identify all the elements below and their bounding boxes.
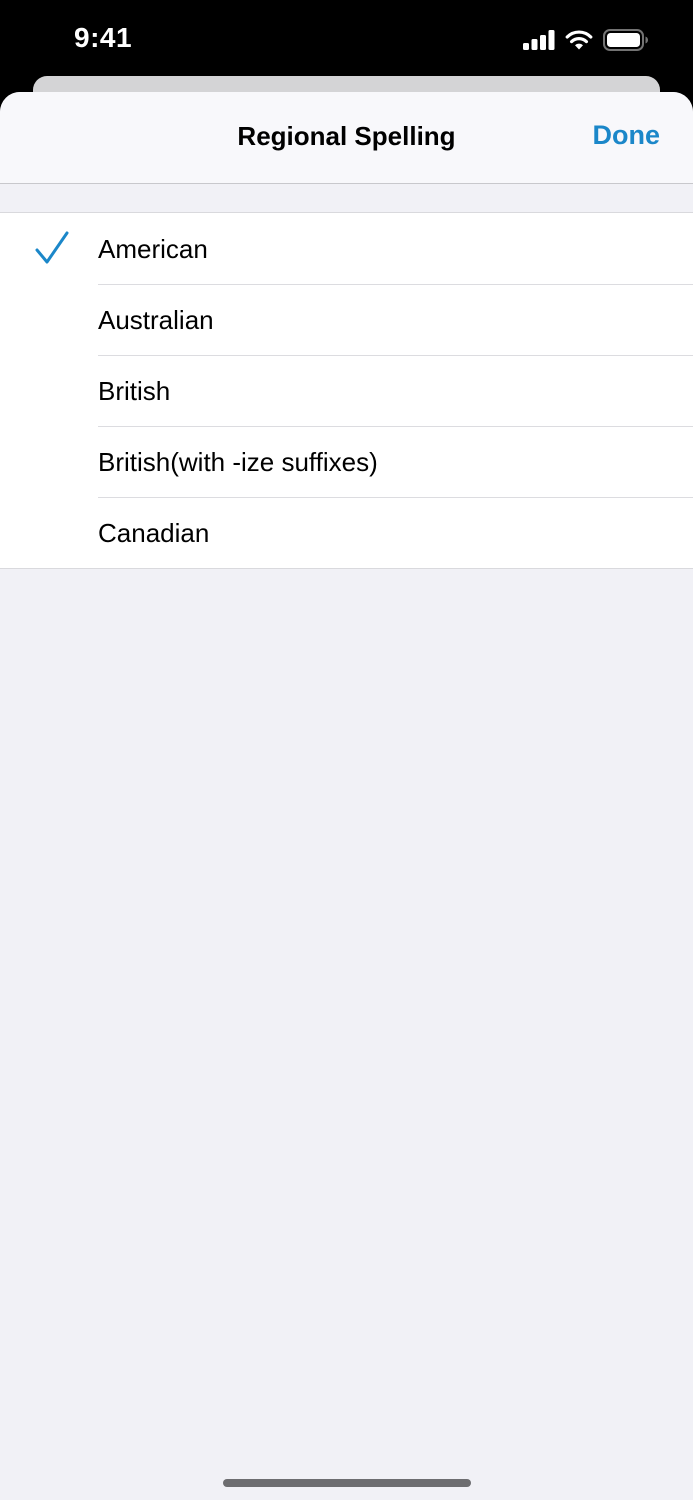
option-label: British <box>98 376 171 406</box>
status-time: 9:41 <box>74 22 133 53</box>
option-label: American <box>98 234 208 264</box>
row-divider <box>98 497 693 498</box>
navigation-bar: Regional Spelling Done <box>0 92 693 184</box>
cellular-signal-icon <box>523 30 555 50</box>
wifi-icon <box>565 29 593 51</box>
option-row-british[interactable]: British <box>0 355 693 426</box>
row-divider <box>98 355 693 356</box>
battery-icon <box>603 29 649 51</box>
option-label: Canadian <box>98 518 210 548</box>
status-icons <box>523 28 649 52</box>
status-bar: 9:41 <box>0 0 693 76</box>
regional-spelling-sheet: Regional Spelling Done American Australi… <box>0 92 693 1500</box>
option-row-canadian[interactable]: Canadian <box>0 497 693 568</box>
option-row-british-ize[interactable]: British(with -ize suffixes) <box>0 426 693 497</box>
option-label: British(with -ize suffixes) <box>98 447 378 477</box>
home-indicator[interactable] <box>223 1479 471 1487</box>
option-row-australian[interactable]: Australian <box>0 284 693 355</box>
row-divider <box>98 426 693 427</box>
option-row-american[interactable]: American <box>0 213 693 284</box>
spelling-options-list: American Australian British British(with… <box>0 212 693 569</box>
option-label: Australian <box>98 305 214 335</box>
done-button[interactable]: Done <box>593 120 661 151</box>
row-divider <box>98 284 693 285</box>
checkmark-icon <box>34 231 70 267</box>
page-title: Regional Spelling <box>237 121 456 151</box>
